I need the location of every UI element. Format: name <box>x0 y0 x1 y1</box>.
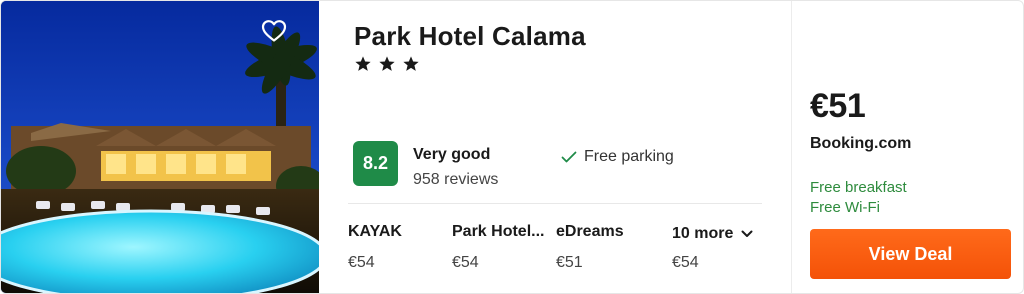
more-providers-button[interactable]: 10 more €54 <box>672 225 753 272</box>
amenity-free-parking: Free parking <box>561 148 674 166</box>
star-icon <box>355 56 371 71</box>
deal-price: €51 <box>810 87 866 125</box>
deal-provider: Booking.com <box>810 135 912 152</box>
amenity-label: Free parking <box>584 148 674 165</box>
provider-price: €51 <box>556 254 583 271</box>
chevron-down-icon <box>741 230 753 237</box>
view-deal-button[interactable]: View Deal <box>810 229 1011 279</box>
star-icon <box>403 56 419 71</box>
provider-price: €54 <box>348 254 375 271</box>
hotel-name[interactable]: Park Hotel Calama <box>354 21 586 52</box>
hotel-result-card: Park Hotel Calama 8.2 Very good 958 revi… <box>0 0 1024 294</box>
more-providers-label: 10 more <box>672 225 734 242</box>
favorite-button[interactable] <box>261 19 297 55</box>
best-deal-panel: €51 Booking.com Free breakfast Free Wi-F… <box>791 1 1023 293</box>
provider-edreams[interactable]: eDreams €51 <box>556 223 624 272</box>
perk-free-breakfast: Free breakfast <box>810 179 907 196</box>
provider-price: €54 <box>672 254 699 271</box>
divider <box>348 203 762 204</box>
provider-name: Park Hotel... <box>452 223 545 240</box>
rating-label: Very good <box>413 146 491 163</box>
provider-kayak[interactable]: KAYAK €54 <box>348 223 402 272</box>
review-count[interactable]: 958 reviews <box>413 171 498 189</box>
provider-price-list: KAYAK €54 Park Hotel... €54 eDreams €51 … <box>348 223 768 283</box>
star-icon <box>379 56 395 71</box>
deal-perks: Free breakfast Free Wi-Fi <box>810 178 907 218</box>
provider-park-hotel[interactable]: Park Hotel... €54 <box>452 223 544 272</box>
score-badge: 8.2 <box>353 141 398 186</box>
provider-name: KAYAK <box>348 223 402 240</box>
hotel-info: Park Hotel Calama 8.2 Very good 958 revi… <box>319 1 791 293</box>
provider-name: eDreams <box>556 223 624 240</box>
check-icon <box>561 151 577 163</box>
provider-price: €54 <box>452 254 479 271</box>
hotel-photo[interactable] <box>1 1 319 293</box>
perk-free-wifi: Free Wi-Fi <box>810 199 880 216</box>
heart-outline-icon <box>261 20 287 42</box>
hotel-star-rating <box>354 55 420 73</box>
